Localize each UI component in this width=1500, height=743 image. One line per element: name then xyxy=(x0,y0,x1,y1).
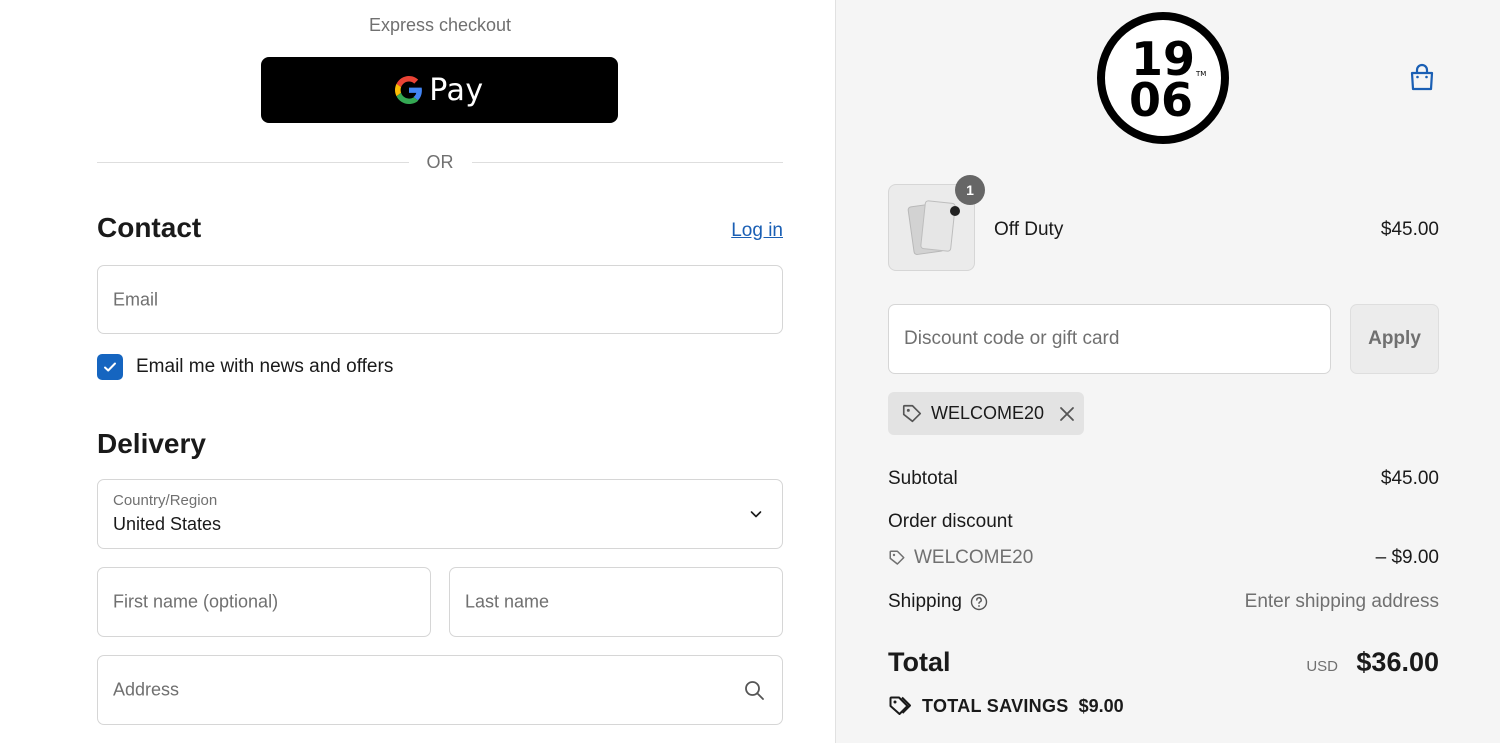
newsletter-label: Email me with news and offers xyxy=(136,356,394,377)
google-pay-label: Pay xyxy=(429,72,484,108)
address-field[interactable]: Address xyxy=(97,655,783,725)
tag-icon xyxy=(889,550,905,565)
google-pay-button[interactable]: Pay xyxy=(261,57,618,123)
shipping-row: Shipping xyxy=(888,591,988,613)
tag-icon xyxy=(902,404,922,422)
order-discount-label: Order discount xyxy=(888,511,1013,532)
first-name-placeholder: First name (optional) xyxy=(113,591,279,612)
brand-logo[interactable]: 19 06 TM xyxy=(1095,10,1231,146)
subtotal-label: Subtotal xyxy=(888,468,958,489)
apply-discount-button[interactable]: Apply xyxy=(1350,304,1439,374)
or-text: OR xyxy=(426,151,454,172)
login-link[interactable]: Log in xyxy=(731,220,783,242)
delivery-title: Delivery xyxy=(97,428,206,459)
subtotal-value: $45.00 xyxy=(1380,468,1439,489)
country-value: United States xyxy=(113,514,222,534)
email-placeholder: Email xyxy=(113,289,159,309)
savings-tag-icon xyxy=(889,696,911,715)
discount-code-line: WELCOME20 xyxy=(888,547,1033,569)
product-price: $45.00 xyxy=(1380,219,1439,240)
shopping-bag-icon[interactable] xyxy=(1406,62,1438,94)
search-icon[interactable] xyxy=(742,678,766,702)
email-field[interactable]: Email xyxy=(97,265,783,334)
discount-code-input[interactable]: Discount code or gift card xyxy=(888,304,1331,374)
shipping-value: Enter shipping address xyxy=(1244,591,1439,612)
logo-bottom-text: 06 xyxy=(1129,73,1193,127)
last-name-field[interactable]: Last name xyxy=(449,567,783,637)
country-select[interactable]: Country/Region United States xyxy=(97,479,783,549)
help-icon[interactable] xyxy=(970,593,988,611)
quantity-badge: 1 xyxy=(955,175,985,205)
total-savings: TOTAL SAVINGS $9.00 xyxy=(888,694,1124,718)
savings-value: $9.00 xyxy=(1078,695,1124,716)
savings-label: TOTAL SAVINGS xyxy=(922,695,1069,716)
checkout-form-panel: Express checkout Pay OR Contact Log in E… xyxy=(0,0,835,743)
applied-code-text: WELCOME20 xyxy=(931,403,1045,423)
product-name: Off Duty xyxy=(994,219,1064,240)
express-checkout-label: Express checkout xyxy=(368,15,512,35)
last-name-placeholder: Last name xyxy=(465,591,550,612)
applied-discount-chip: WELCOME20 xyxy=(888,392,1084,435)
discount-placeholder: Discount code or gift card xyxy=(904,328,1120,349)
newsletter-option[interactable]: Email me with news and offers xyxy=(97,354,393,380)
checkmark-icon xyxy=(104,362,116,372)
divider-line-right xyxy=(471,161,783,163)
shipping-label: Shipping xyxy=(888,591,962,612)
logo-trademark: TM xyxy=(1195,70,1206,78)
contact-title: Contact xyxy=(97,212,202,243)
remove-discount-icon[interactable] xyxy=(1058,405,1076,423)
country-label: Country/Region xyxy=(113,492,218,509)
google-g-icon xyxy=(395,76,423,104)
first-name-field[interactable]: First name (optional) xyxy=(97,567,431,637)
divider-line-left xyxy=(97,161,409,163)
total-label: Total xyxy=(888,647,951,677)
total-value: $36.00 xyxy=(1356,647,1439,677)
total-currency: USD xyxy=(1306,658,1338,675)
discount-code-text: WELCOME20 xyxy=(914,547,1034,568)
address-placeholder: Address xyxy=(113,679,180,700)
newsletter-checkbox[interactable] xyxy=(97,354,123,380)
or-divider: OR xyxy=(97,150,783,174)
discount-value: – $9.00 xyxy=(1375,547,1439,568)
chevron-down-icon xyxy=(750,511,762,518)
